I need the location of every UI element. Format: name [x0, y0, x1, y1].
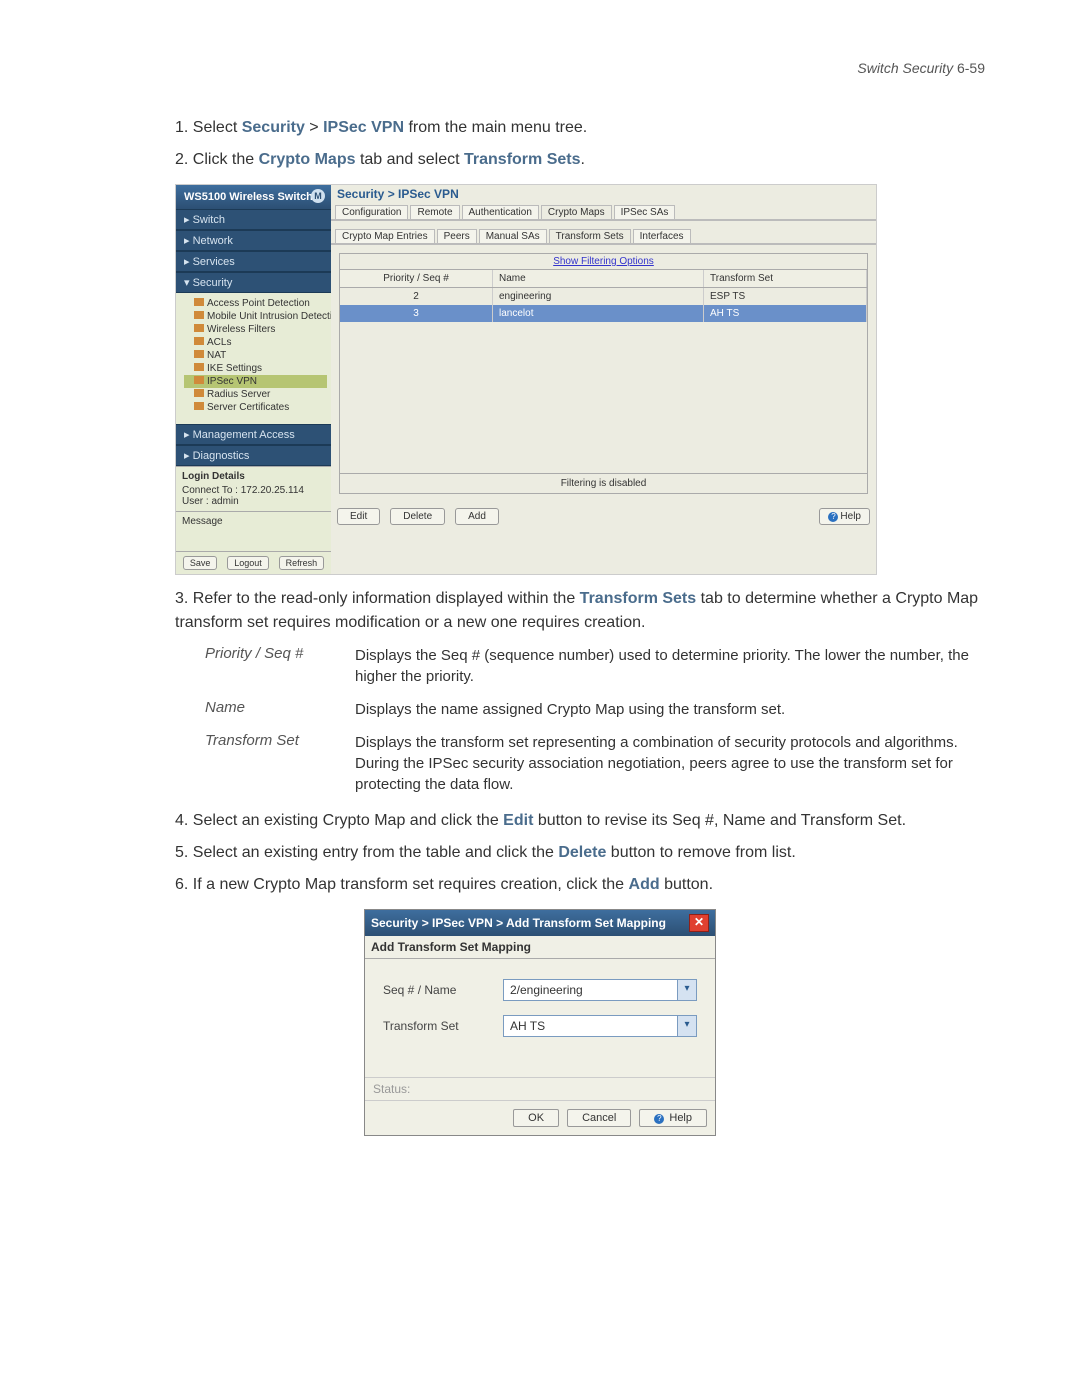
desc-val: Displays the Seq # (sequence number) use…	[355, 645, 985, 687]
tree-ipsecvpn[interactable]: IPSec VPN	[184, 375, 327, 388]
dialog-status: Status:	[365, 1077, 715, 1100]
col-priority[interactable]: Priority / Seq #	[340, 270, 493, 287]
dialog-title-bar: Security > IPSec VPN > Add Transform Set…	[365, 910, 715, 936]
cancel-button[interactable]: Cancel	[567, 1109, 631, 1127]
tree-muid[interactable]: Mobile Unit Intrusion Detection	[184, 310, 327, 323]
close-icon[interactable]: ✕	[689, 914, 709, 932]
grid-row[interactable]: 2 engineering ESP TS	[340, 288, 867, 305]
col-transformset[interactable]: Transform Set	[704, 270, 867, 287]
header-section: Switch Security	[857, 60, 953, 76]
header-page: 6-59	[957, 60, 985, 76]
transformset-label: Transform Set	[383, 1019, 503, 1033]
page-header: Switch Security 6-59	[95, 60, 985, 76]
seq-name-select[interactable]: 2/engineering ▾	[503, 979, 697, 1001]
grid-actions: Edit Delete Add ?Help	[331, 502, 876, 531]
step-2: 2. Click the Crypto Maps tab and select …	[175, 148, 985, 172]
transformset-value: AH TS	[503, 1015, 678, 1037]
tree-acls[interactable]: ACLs	[184, 336, 327, 349]
desc-val: Displays the transform set representing …	[355, 732, 985, 795]
side-services[interactable]: ▸ Services	[176, 251, 331, 272]
desc-key: Transform Set	[205, 732, 355, 795]
tree-radius[interactable]: Radius Server	[184, 388, 327, 401]
transformset-select[interactable]: AH TS ▾	[503, 1015, 697, 1037]
tree-certs[interactable]: Server Certificates	[184, 401, 327, 414]
dialog-footer: OK Cancel ? Help	[365, 1100, 715, 1135]
tree-apd[interactable]: Access Point Detection	[184, 297, 327, 310]
step-5: 5. Select an existing entry from the tab…	[175, 841, 985, 865]
field-descriptions: Priority / Seq #Displays the Seq # (sequ…	[205, 645, 985, 795]
subtab-cmentries[interactable]: Crypto Map Entries	[335, 229, 435, 243]
tab-configuration[interactable]: Configuration	[335, 205, 408, 219]
refresh-button[interactable]: Refresh	[279, 556, 325, 570]
side-diag[interactable]: ▸ Diagnostics	[176, 445, 331, 466]
grid-header: Priority / Seq # Name Transform Set	[340, 270, 867, 288]
tree-wfilters[interactable]: Wireless Filters	[184, 323, 327, 336]
save-button[interactable]: Save	[183, 556, 218, 570]
dialog-subtitle: Add Transform Set Mapping	[365, 936, 715, 959]
side-mgmt[interactable]: ▸ Management Access	[176, 424, 331, 445]
show-filtering-link[interactable]: Show Filtering Options	[340, 254, 867, 270]
add-transform-dialog: Security > IPSec VPN > Add Transform Set…	[364, 909, 716, 1136]
step-4: 4. Select an existing Crypto Map and cli…	[175, 809, 985, 833]
brand-icon: M	[311, 189, 325, 203]
chevron-down-icon[interactable]: ▾	[678, 1015, 697, 1037]
subtab-transformsets[interactable]: Transform Sets	[549, 229, 631, 243]
breadcrumb: Security > IPSec VPN	[331, 185, 876, 203]
tab-remote[interactable]: Remote	[410, 205, 459, 219]
side-switch[interactable]: ▸ Switch	[176, 209, 331, 230]
seq-name-label: Seq # / Name	[383, 983, 503, 997]
step-6: 6. If a new Crypto Map transform set req…	[175, 873, 985, 897]
seq-name-value: 2/engineering	[503, 979, 678, 1001]
security-tree: Access Point Detection Mobile Unit Intru…	[176, 293, 331, 424]
step-3: 3. Refer to the read-only information di…	[175, 587, 985, 635]
tab-ipsecsas[interactable]: IPSec SAs	[614, 205, 676, 219]
logout-button[interactable]: Logout	[227, 556, 269, 570]
step-1: 1. Select Security > IPSec VPN from the …	[175, 116, 985, 140]
message-box: Message	[176, 511, 331, 551]
product-title: WS5100 Wireless Switch M	[176, 185, 331, 209]
tabs-secondary: Crypto Map Entries Peers Manual SAs Tran…	[331, 227, 876, 245]
desc-key: Name	[205, 699, 355, 720]
subtab-interfaces[interactable]: Interfaces	[633, 229, 691, 243]
side-network[interactable]: ▸ Network	[176, 230, 331, 251]
subtab-manualsas[interactable]: Manual SAs	[479, 229, 547, 243]
dialog-title: Security > IPSec VPN > Add Transform Set…	[371, 916, 666, 930]
chevron-down-icon[interactable]: ▾	[678, 979, 697, 1001]
filter-status: Filtering is disabled	[340, 473, 867, 493]
edit-button[interactable]: Edit	[337, 508, 380, 525]
add-button[interactable]: Add	[455, 508, 499, 525]
subtab-peers[interactable]: Peers	[437, 229, 477, 243]
ok-button[interactable]: OK	[513, 1109, 559, 1127]
tab-authentication[interactable]: Authentication	[462, 205, 539, 219]
delete-button[interactable]: Delete	[390, 508, 445, 525]
desc-val: Displays the name assigned Crypto Map us…	[355, 699, 985, 720]
help-icon: ?	[654, 1114, 664, 1124]
grid-row-selected[interactable]: 3 lancelot AH TS	[340, 305, 867, 322]
console-screenshot: WS5100 Wireless Switch M ▸ Switch ▸ Netw…	[175, 184, 877, 575]
tabs-primary: Configuration Remote Authentication Cryp…	[331, 203, 876, 221]
help-icon: ?	[828, 512, 838, 522]
sidebar-footer: Save Logout Refresh	[176, 551, 331, 574]
tree-ike[interactable]: IKE Settings	[184, 362, 327, 375]
login-details: Login Details Connect To : 172.20.25.114…	[176, 466, 331, 511]
tree-nat[interactable]: NAT	[184, 349, 327, 362]
grid: Show Filtering Options Priority / Seq # …	[339, 253, 868, 494]
tab-cryptomaps[interactable]: Crypto Maps	[541, 205, 612, 219]
help-button[interactable]: ?Help	[819, 508, 870, 525]
desc-key: Priority / Seq #	[205, 645, 355, 687]
col-name[interactable]: Name	[493, 270, 704, 287]
dialog-help-button[interactable]: ? Help	[639, 1109, 707, 1127]
side-security[interactable]: ▾ Security	[176, 272, 331, 293]
